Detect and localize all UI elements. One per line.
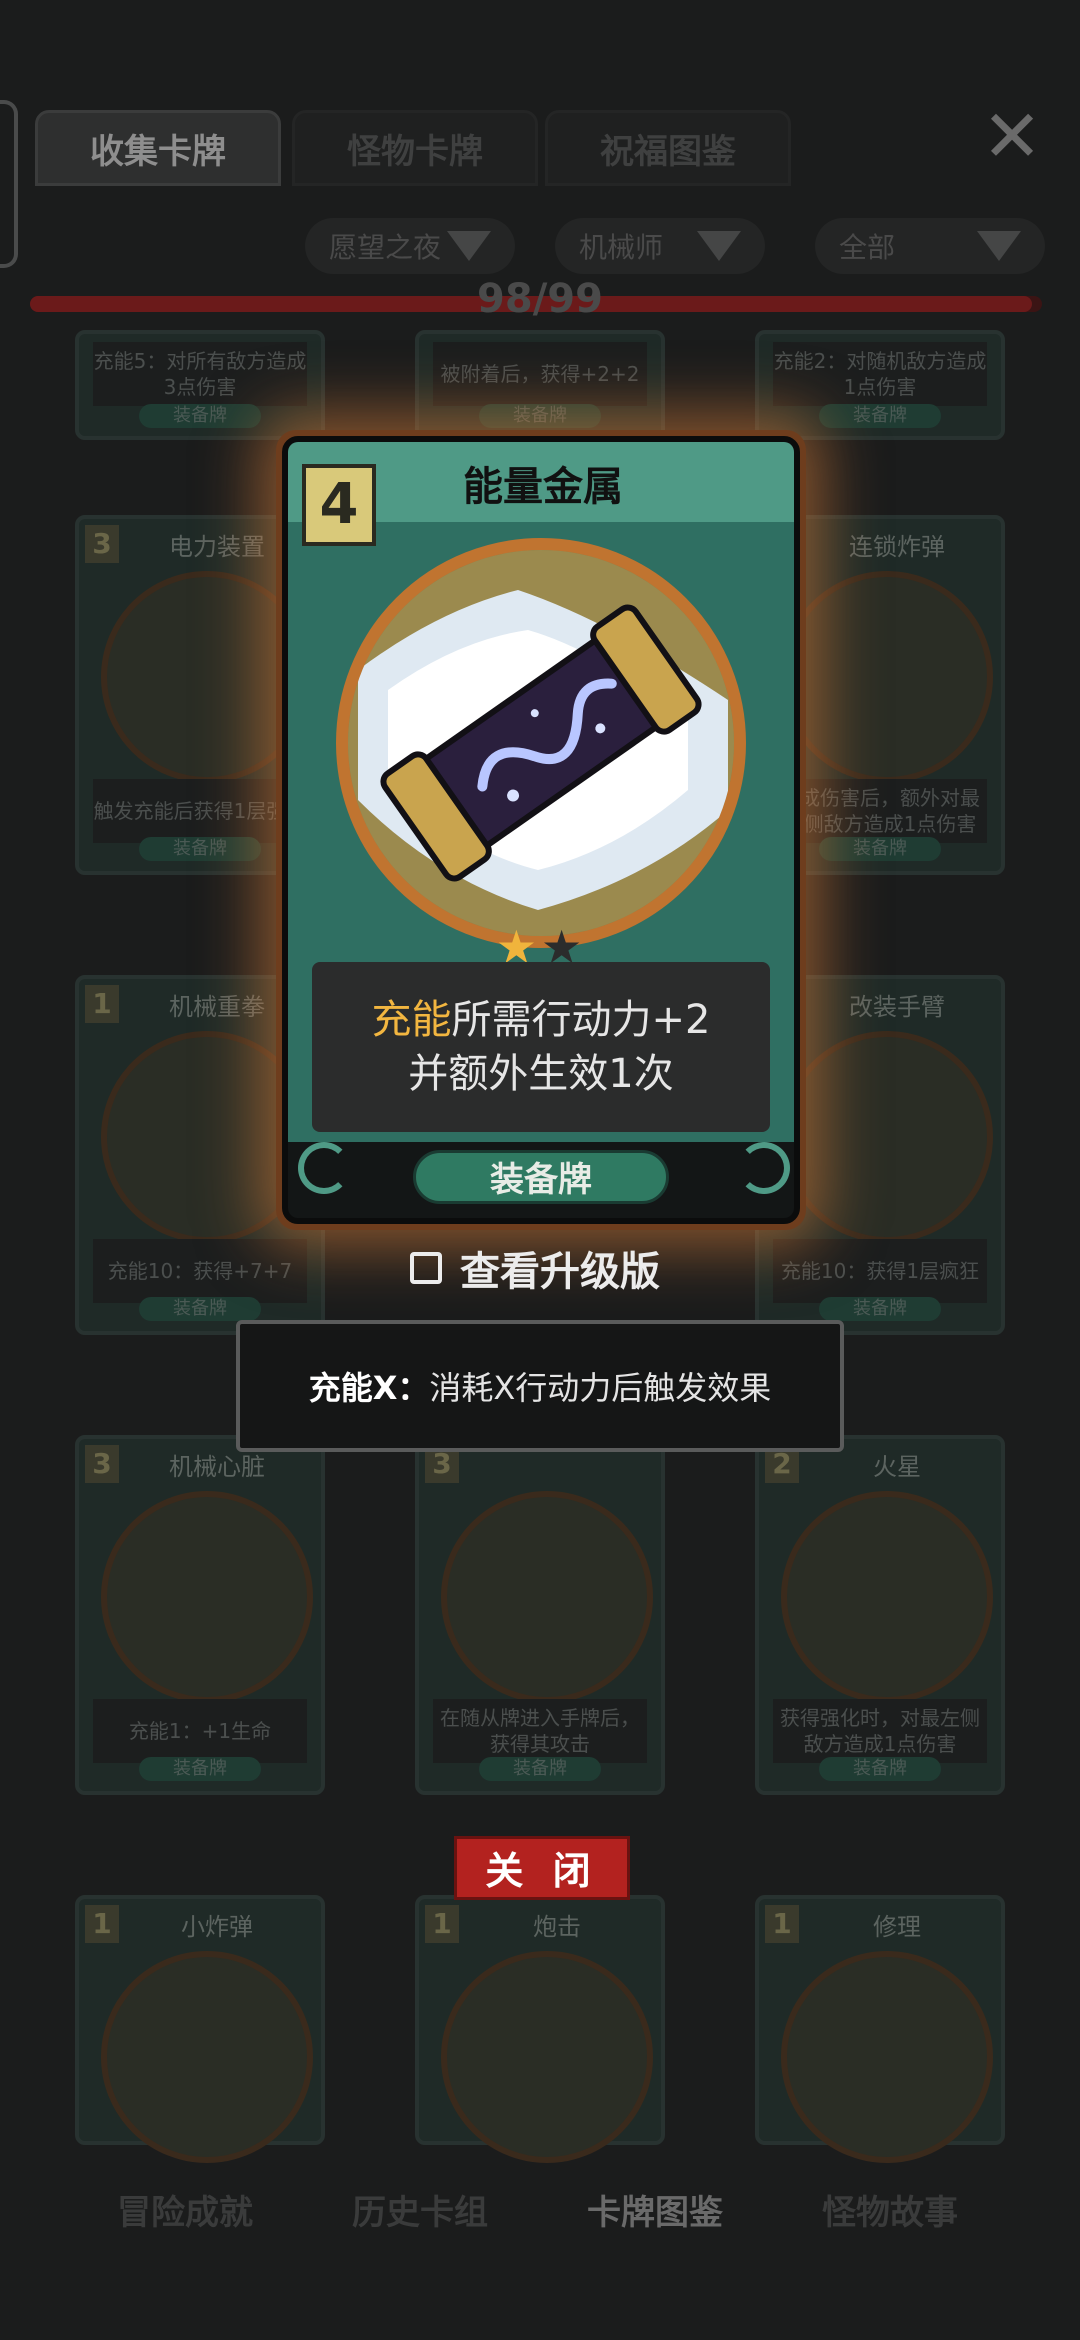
card-type: 装备牌 <box>139 837 261 861</box>
card-type-badge: 装备牌 <box>413 1150 669 1204</box>
nav-adventure-achievements[interactable]: 冒险成就 <box>75 2185 295 2234</box>
card-tile[interactable]: 3 在随从牌进入手牌后，获得其攻击 装备牌 <box>415 1435 665 1795</box>
card-desc-line2: 并额外生效1次 <box>408 1051 674 1097</box>
card-desc: 充能10：获得1层疯狂 <box>773 1239 987 1303</box>
card-art <box>101 1951 313 2163</box>
card-type: 装备牌 <box>139 1297 261 1321</box>
close-icon[interactable]: ✕ <box>972 96 1052 176</box>
funnel-icon <box>697 231 741 261</box>
card-name: 连锁炸弹 <box>849 533 945 561</box>
card-desc: 充能2：对随机敌方造成1点伤害 <box>773 342 987 406</box>
card-tile[interactable]: 3 机械心脏 充能1：+1生命 装备牌 <box>75 1435 325 1795</box>
card-desc: 被附着后，获得+2+2 <box>433 342 647 406</box>
card-cost: 3 <box>85 1445 119 1483</box>
card-cost: 1 <box>85 1905 119 1943</box>
view-upgrade-label: 查看升级版 <box>460 1249 660 1295</box>
card-tile[interactable]: 充能2：对随机敌方造成1点伤害 装备牌 <box>755 330 1005 440</box>
card-desc: 充能5：对所有敌方造成3点伤害 <box>93 342 307 406</box>
tab-monster-cards[interactable]: 怪物卡牌 <box>292 110 538 186</box>
featured-card: 4 能量金属 ★★ 充能所需行动力+2 并额外生效1次 装备牌 <box>282 436 800 1224</box>
nav-monster-stories[interactable]: 怪物故事 <box>780 2185 1000 2234</box>
card-tile[interactable]: 充能5：对所有敌方造成3点伤害 装备牌 <box>75 330 325 440</box>
filter-class[interactable]: 机械师 <box>555 218 765 274</box>
view-upgrade-toggle[interactable]: 查看升级版 <box>410 1240 660 1296</box>
corner-curl-ornament <box>298 1142 350 1194</box>
card-type: 装备牌 <box>819 404 941 428</box>
filter-chapter[interactable]: 愿望之夜 <box>305 218 515 274</box>
card-art <box>441 1491 653 1703</box>
card-name: 机械心脏 <box>169 1453 265 1481</box>
card-description: 充能所需行动力+2 并额外生效1次 <box>312 962 770 1132</box>
card-art <box>781 1031 993 1243</box>
card-cost-badge: 4 <box>302 464 376 546</box>
card-tile[interactable]: 1 小炸弹 <box>75 1895 325 2163</box>
tooltip-text: 消耗X行动力后触发效果 <box>429 1369 772 1407</box>
funnel-icon <box>447 231 491 261</box>
filter-type[interactable]: 全部 <box>815 218 1045 274</box>
card-cost: 1 <box>85 985 119 1023</box>
checkbox-icon[interactable] <box>410 1252 442 1284</box>
card-art-energy-metal <box>336 538 746 948</box>
card-cost: 3 <box>85 525 119 563</box>
tab-collect-cards[interactable]: 收集卡牌 <box>35 110 281 186</box>
card-desc: 获得强化时，对最左侧敌方造成1点伤害 <box>773 1699 987 1763</box>
card-art <box>781 571 993 783</box>
card-type: 装备牌 <box>819 1757 941 1781</box>
card-art <box>781 1951 993 2163</box>
card-cost: 1 <box>765 1905 799 1943</box>
card-desc-line1: 充能所需行动力+2 <box>372 993 711 1047</box>
card-type: 装备牌 <box>139 404 261 428</box>
energy-cell-icon <box>348 550 734 936</box>
card-keyword: 充能 <box>371 997 452 1043</box>
card-cost: 1 <box>425 1905 459 1943</box>
corner-curl-ornament <box>738 1142 790 1194</box>
keyword-tooltip: 充能X： 消耗X行动力后触发效果 <box>236 1320 844 1452</box>
nav-deck-history[interactable]: 历史卡组 <box>310 2185 530 2234</box>
funnel-icon <box>977 231 1021 261</box>
filter-class-label: 机械师 <box>579 231 664 264</box>
side-bracket <box>0 100 18 268</box>
card-type: 装备牌 <box>819 837 941 861</box>
card-tile[interactable]: 1 修理 <box>755 1895 1005 2163</box>
card-name: 改装手臂 <box>849 993 945 1021</box>
card-type: 装备牌 <box>479 404 601 428</box>
nav-card-codex[interactable]: 卡牌图鉴 <box>545 2185 765 2234</box>
card-art <box>781 1491 993 1703</box>
card-tile[interactable]: 1 炮击 <box>415 1895 665 2163</box>
filter-chapter-label: 愿望之夜 <box>329 231 442 264</box>
card-art <box>441 1951 653 2163</box>
card-desc: 充能10：获得+7+7 <box>93 1239 307 1303</box>
card-type: 装备牌 <box>479 1757 601 1781</box>
close-button[interactable]: 关 闭 <box>454 1836 630 1900</box>
filter-type-label: 全部 <box>839 231 896 264</box>
tooltip-term: 充能X： <box>308 1369 430 1407</box>
card-title: 能量金属 <box>463 464 623 510</box>
collection-progress-text: 98/99 <box>477 276 603 322</box>
card-name: 炮击 <box>533 1913 581 1941</box>
card-tile[interactable]: 2 火星 获得强化时，对最左侧敌方造成1点伤害 装备牌 <box>755 1435 1005 1795</box>
card-desc-line1-rest: 所需行动力+2 <box>451 997 711 1043</box>
card-tile[interactable]: 被附着后，获得+2+2 装备牌 <box>415 330 665 440</box>
card-name: 修理 <box>873 1913 921 1941</box>
card-name: 小炸弹 <box>181 1913 253 1941</box>
card-art <box>101 1491 313 1703</box>
card-desc: 在随从牌进入手牌后，获得其攻击 <box>433 1699 647 1763</box>
tab-blessing-codex[interactable]: 祝福图鉴 <box>545 110 791 186</box>
card-type: 装备牌 <box>139 1757 261 1781</box>
card-desc: 触发充能后获得1层强化 <box>93 779 307 843</box>
card-desc: 充能1：+1生命 <box>93 1699 307 1763</box>
card-type: 装备牌 <box>819 1297 941 1321</box>
card-name: 火星 <box>873 1453 921 1481</box>
